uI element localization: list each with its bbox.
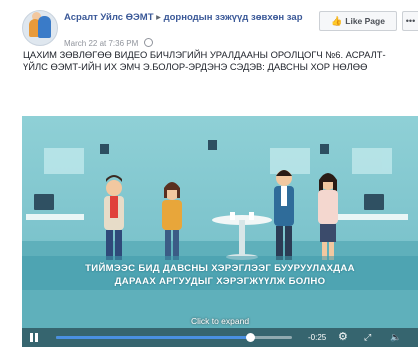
video-overlay-line-1: ТИЙМЭЭС БИД ДАВСНЫ ХЭРЭГЛЭЭГ БУУРУУЛАХДА… [85, 263, 355, 274]
page-name-link[interactable]: Асралт Уйлс ӨЭМТ [64, 12, 154, 23]
post-caption: ЦАХИМ ЗӨВЛӨГӨӨ ВИДЕО БИЧЛЭГИЙН УРАЛДААНЫ… [23, 49, 386, 72]
post-meta: March 22 at 7:36 PM [64, 38, 153, 48]
group-name-link[interactable]: дорнодын зэжүүд зөвхөн зар [164, 12, 303, 23]
progress-scrubber-handle[interactable] [245, 333, 255, 342]
avatar-figure-right [38, 16, 51, 38]
page-avatar[interactable] [22, 10, 58, 46]
video-player[interactable]: ТИЙМЭЭС БИД ДАВСНЫ ХЭРЭГЛЭЭГ БУУРУУЛАХДА… [22, 116, 418, 347]
progress-track[interactable] [56, 336, 292, 339]
pause-icon[interactable] [30, 333, 38, 342]
video-overlay-line-2: ДАРААХ АРГУУДЫГ ХЭРЭГЖҮҮЛЖ БОЛНО [114, 276, 326, 287]
wall-panels [44, 148, 392, 174]
post-timestamp[interactable]: March 22 at 7:36 PM [64, 39, 138, 48]
progress-fill [56, 336, 250, 339]
click-to-expand-label[interactable]: Click to expand [22, 316, 418, 326]
more-options-button[interactable]: ••• [402, 11, 418, 31]
post-header: Асралт Уйлс ӨЭМТ ▸ дорнодын зэжүүд зөвхө… [64, 12, 324, 24]
arrow-icon: ▸ [156, 12, 161, 23]
video-controls-bar: -0:25 ⚙ ⤢ 🔈 [22, 328, 418, 347]
facebook-post: Асралт Уйлс ӨЭМТ ▸ дорнодын зэжүүд зөвхө… [0, 0, 418, 347]
thumbs-up-icon: 👍 [331, 15, 343, 26]
volume-icon[interactable]: 🔈 [390, 328, 401, 347]
like-page-button[interactable]: 👍 Like Page [319, 11, 397, 31]
like-page-label: Like Page [345, 16, 385, 26]
time-remaining: -0:25 [308, 333, 327, 342]
gear-icon[interactable]: ⚙ [338, 328, 348, 347]
fullscreen-icon[interactable]: ⤢ [364, 328, 371, 347]
globe-icon [143, 38, 153, 47]
video-frame-illustration [22, 140, 418, 347]
